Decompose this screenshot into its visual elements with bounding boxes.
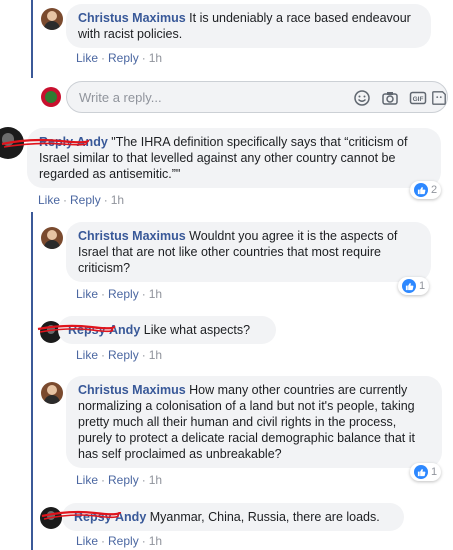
reply-link[interactable]: Reply [108,51,139,65]
comment-actions: Like · Reply · 1h [38,193,125,207]
comment-actions: Like · Reply · 1h [76,287,163,301]
comment-actions: Like · Reply · 1h [76,348,163,362]
comment-author[interactable]: Christus Maximus [78,11,186,25]
comment-text: Like what aspects? [143,323,251,337]
thread-line [31,212,33,550]
reply-link[interactable]: Reply [108,534,139,548]
like-link[interactable]: Like [76,287,98,301]
timestamp[interactable]: 1h [149,534,162,548]
emoji-icon[interactable] [353,89,371,107]
current-user-avatar [41,87,61,107]
like-link[interactable]: Like [76,473,98,487]
timestamp[interactable]: 1h [149,473,162,487]
avatar[interactable] [41,382,63,404]
comment-bubble: Christus Maximus How many other countrie… [66,376,442,468]
comment-bubble: Christus Maximus Wouldnt you agree it is… [66,222,431,282]
red-strike-scribble [41,510,122,520]
reply-link[interactable]: Reply [108,348,139,362]
reply-link[interactable]: Reply [108,287,139,301]
red-strike-scribble [1,138,90,148]
like-link[interactable]: Like [38,193,60,207]
reply-link[interactable]: Reply [70,193,101,207]
like-link[interactable]: Like [76,51,98,65]
reaction-number: 2 [431,184,438,196]
comment-author[interactable]: Christus Maximus [78,229,186,243]
like-link[interactable]: Like [76,534,98,548]
reaction-number: 1 [431,466,438,478]
comment-actions: Like · Reply · 1h [76,473,163,487]
like-reaction-icon [414,183,428,197]
reaction-count[interactable]: 2 [410,181,442,199]
camera-icon[interactable] [381,89,399,107]
reply-link[interactable]: Reply [108,473,139,487]
comment-bubble: Christus Maximus It is undeniably a race… [66,4,431,48]
comment-actions: Like · Reply · 1h [76,534,163,548]
reaction-count[interactable]: 1 [398,277,430,295]
sticker-icon[interactable] [431,89,447,107]
reaction-count[interactable]: 1 [410,463,442,481]
comment-actions: Like · Reply · 1h [76,51,163,65]
reply-input[interactable] [77,89,331,106]
like-reaction-icon [414,465,428,479]
timestamp[interactable]: 1h [149,348,162,362]
like-reaction-icon [402,279,416,293]
timestamp[interactable]: 1h [149,287,162,301]
avatar[interactable] [41,8,63,30]
svg-text:GIF: GIF [413,96,424,103]
red-strike-scribble [37,324,116,333]
like-link[interactable]: Like [76,348,98,362]
comment-author[interactable]: Christus Maximus [78,383,186,397]
comment-text: Myanmar, China, Russia, there are loads. [149,510,380,524]
thread-line [31,0,33,78]
avatar[interactable] [41,227,63,249]
gif-icon[interactable]: GIF [409,89,427,107]
timestamp[interactable]: 1h [149,51,162,65]
reaction-number: 1 [419,280,426,292]
timestamp[interactable]: 1h [111,193,124,207]
reply-input-box[interactable]: GIF [66,81,448,113]
